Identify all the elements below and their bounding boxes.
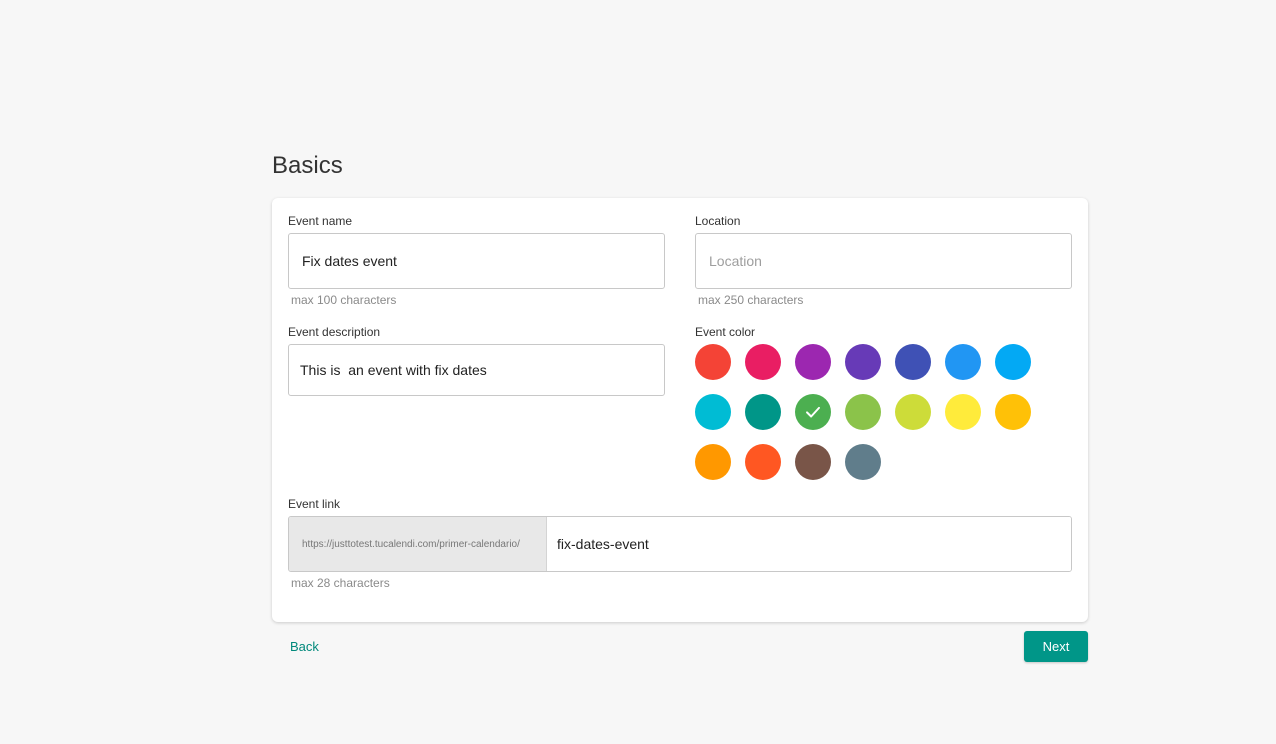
color-swatch[interactable] (945, 394, 981, 430)
color-swatch[interactable] (745, 444, 781, 480)
event-link-hint: max 28 characters (291, 576, 390, 590)
back-button[interactable]: Back (278, 634, 331, 660)
event-link-input[interactable] (547, 517, 1071, 571)
color-swatch[interactable] (845, 444, 881, 480)
color-swatch[interactable] (695, 394, 731, 430)
color-swatch[interactable] (845, 344, 881, 380)
event-link-prefix: https://justtotest.tucalendi.com/primer-… (289, 517, 547, 571)
event-name-hint: max 100 characters (291, 293, 397, 307)
color-swatch[interactable] (745, 344, 781, 380)
color-swatch[interactable] (845, 394, 881, 430)
color-swatch[interactable] (995, 344, 1031, 380)
event-color-label: Event color (695, 325, 756, 339)
color-swatch[interactable] (895, 344, 931, 380)
color-swatch[interactable] (745, 394, 781, 430)
color-swatch[interactable] (795, 344, 831, 380)
location-label: Location (695, 214, 741, 228)
basics-card: Event name max 100 characters Location m… (272, 198, 1088, 622)
page-title: Basics (272, 152, 343, 179)
event-name-input[interactable] (288, 233, 665, 289)
color-swatch[interactable] (695, 444, 731, 480)
color-swatch[interactable] (795, 444, 831, 480)
event-name-label: Event name (288, 214, 353, 228)
color-swatch[interactable] (795, 394, 831, 430)
color-swatch[interactable] (695, 344, 731, 380)
event-link-field: https://justtotest.tucalendi.com/primer-… (288, 516, 1072, 572)
page: Basics Event name max 100 characters Loc… (0, 0, 1276, 744)
color-swatch[interactable] (945, 344, 981, 380)
color-swatch[interactable] (895, 394, 931, 430)
color-swatch[interactable] (995, 394, 1031, 430)
location-hint: max 250 characters (698, 293, 804, 307)
event-link-label: Event link (288, 497, 341, 511)
event-description-label: Event description (288, 325, 381, 339)
next-button[interactable]: Next (1024, 631, 1088, 662)
location-input[interactable] (695, 233, 1072, 289)
event-description-input[interactable] (288, 344, 665, 396)
check-icon (806, 406, 820, 418)
